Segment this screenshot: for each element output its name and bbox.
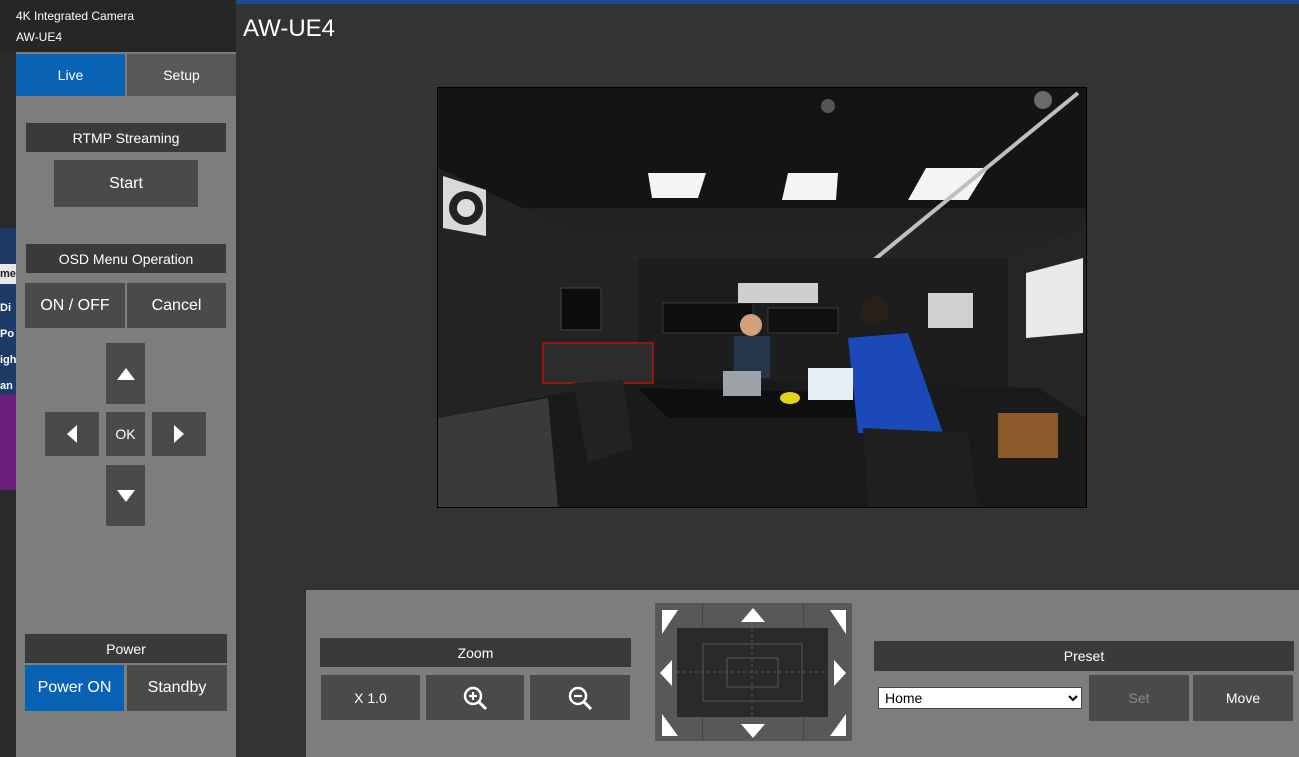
zoom-in-icon bbox=[463, 686, 488, 710]
pan-left-icon[interactable] bbox=[658, 658, 674, 688]
pan-tilt-target-icon bbox=[677, 628, 828, 717]
osd-right-button[interactable] bbox=[152, 412, 206, 456]
power-header: Power bbox=[25, 634, 227, 663]
camera-model-id: AW-UE4 bbox=[16, 30, 63, 44]
background-item: Di bbox=[0, 298, 16, 318]
tab-setup[interactable]: Setup bbox=[127, 54, 236, 96]
arrow-left-icon bbox=[67, 425, 77, 443]
zoom-in-button[interactable] bbox=[426, 675, 524, 720]
background-item: Po bbox=[0, 324, 16, 344]
zoom-out-icon bbox=[568, 686, 593, 710]
video-frame-image bbox=[438, 88, 1086, 507]
preset-header: Preset bbox=[874, 641, 1294, 671]
preset-set-button[interactable]: Set bbox=[1089, 675, 1189, 721]
preset-select[interactable]: Home bbox=[878, 687, 1082, 709]
page-title: AW-UE4 bbox=[243, 15, 336, 42]
arrow-down-icon bbox=[116, 489, 135, 502]
zoom-level-button[interactable]: X 1.0 bbox=[321, 675, 420, 720]
camera-header bbox=[0, 0, 236, 52]
zoom-header: Zoom bbox=[320, 638, 631, 667]
arrow-right-icon bbox=[174, 425, 184, 443]
tab-live[interactable]: Live bbox=[16, 54, 125, 96]
power-on-button[interactable]: Power ON bbox=[25, 665, 124, 711]
zoom-out-button[interactable] bbox=[530, 675, 630, 720]
osd-left-button[interactable] bbox=[45, 412, 99, 456]
osd-onoff-button[interactable]: ON / OFF bbox=[25, 283, 125, 328]
pan-tilt-area[interactable] bbox=[677, 628, 828, 717]
standby-button[interactable]: Standby bbox=[127, 665, 227, 711]
osd-up-button[interactable] bbox=[106, 343, 145, 404]
tilt-up-icon[interactable] bbox=[739, 606, 767, 624]
pan-down-right-icon[interactable] bbox=[828, 712, 848, 738]
pan-down-left-icon[interactable] bbox=[660, 712, 680, 738]
background-item: igh bbox=[0, 350, 16, 370]
pan-up-right-icon[interactable] bbox=[828, 608, 848, 636]
preset-move-button[interactable]: Move bbox=[1193, 675, 1293, 721]
background-item: me bbox=[0, 264, 16, 284]
main-top-border bbox=[236, 0, 1299, 4]
background-window-list: me Di Po igh an bbox=[0, 228, 16, 398]
rtmp-streaming-header: RTMP Streaming bbox=[26, 123, 226, 152]
osd-cancel-button[interactable]: Cancel bbox=[127, 283, 226, 328]
tilt-down-icon[interactable] bbox=[739, 722, 767, 740]
osd-down-button[interactable] bbox=[106, 465, 145, 526]
pan-up-left-icon[interactable] bbox=[660, 608, 680, 636]
camera-model-name: 4K Integrated Camera bbox=[16, 9, 135, 23]
background-item: an bbox=[0, 376, 16, 396]
osd-menu-header: OSD Menu Operation bbox=[26, 244, 226, 273]
osd-ok-button[interactable]: OK bbox=[106, 412, 145, 456]
pan-right-icon[interactable] bbox=[832, 658, 848, 688]
live-video-feed bbox=[437, 87, 1087, 508]
rtmp-start-button[interactable]: Start bbox=[54, 160, 198, 207]
arrow-up-icon bbox=[116, 367, 135, 380]
